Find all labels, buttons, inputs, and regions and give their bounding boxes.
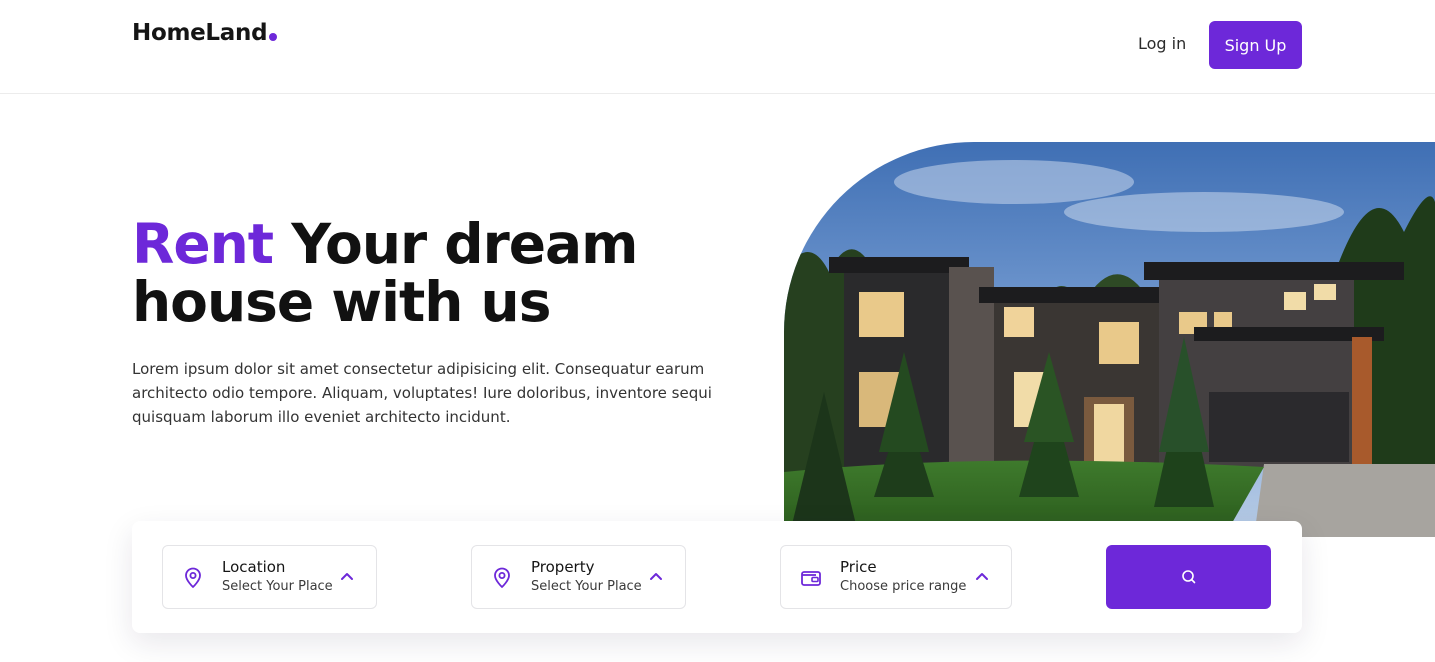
logo-text: HomeLand: [132, 20, 268, 46]
signup-button[interactable]: Sign Up: [1209, 21, 1302, 69]
chevron-up-icon: [976, 573, 988, 580]
hero-house-image: [784, 142, 1435, 537]
logo[interactable]: HomeLand: [132, 20, 278, 46]
search-icon: [1181, 570, 1195, 584]
price-label: Price: [840, 558, 877, 576]
hero-title: Rent Your dream house with us: [132, 215, 772, 331]
map-pin-icon: [185, 567, 201, 588]
logo-dot: [269, 33, 278, 41]
page: HomeLand Log in Sign Up Rent Your dream …: [0, 0, 1435, 662]
price-placeholder: Choose price range: [840, 579, 967, 594]
hero-description: Lorem ipsum dolor sit amet consectetur a…: [132, 360, 712, 426]
search-bar: Location Select Your Place Property Sele…: [132, 521, 1302, 633]
chevron-up-icon: [650, 573, 662, 580]
search-button[interactable]: [1106, 545, 1271, 609]
chevron-up-icon: [341, 573, 353, 580]
location-label: Location: [222, 558, 286, 576]
hero-title-accent: Rent: [132, 212, 274, 276]
location-select[interactable]: Location Select Your Place: [162, 545, 377, 609]
map-pin-icon: [494, 567, 510, 588]
location-placeholder: Select Your Place: [222, 579, 333, 594]
top-nav: HomeLand Log in Sign Up: [0, 0, 1435, 94]
wallet-icon: [801, 571, 821, 586]
property-select[interactable]: Property Select Your Place: [471, 545, 686, 609]
login-link[interactable]: Log in: [1138, 34, 1186, 53]
property-placeholder: Select Your Place: [531, 579, 642, 594]
price-select[interactable]: Price Choose price range: [780, 545, 1012, 609]
property-label: Property: [531, 558, 595, 576]
